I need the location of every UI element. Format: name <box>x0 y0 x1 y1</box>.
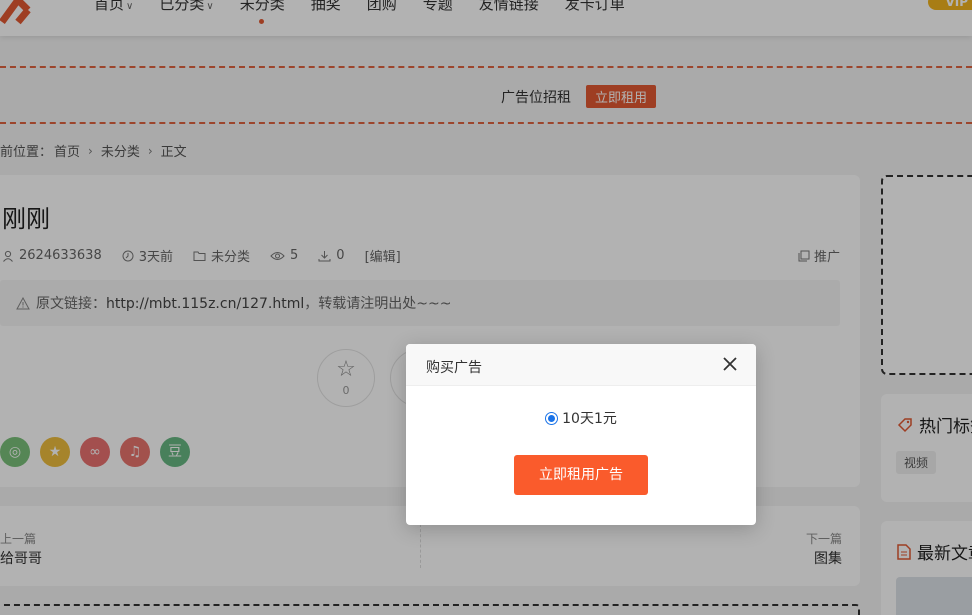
rent-ad-button[interactable]: 立即租用广告 <box>514 455 648 495</box>
close-icon[interactable] <box>720 354 740 374</box>
option-label: 10天1元 <box>562 411 617 427</box>
ad-option[interactable]: 10天1元 <box>406 408 756 428</box>
buy-ad-modal: 购买广告 10天1元 立即租用广告 <box>406 344 756 525</box>
option-radio[interactable] <box>545 411 559 425</box>
modal-title: 购买广告 <box>426 360 482 376</box>
modal-header: 购买广告 <box>406 344 756 386</box>
